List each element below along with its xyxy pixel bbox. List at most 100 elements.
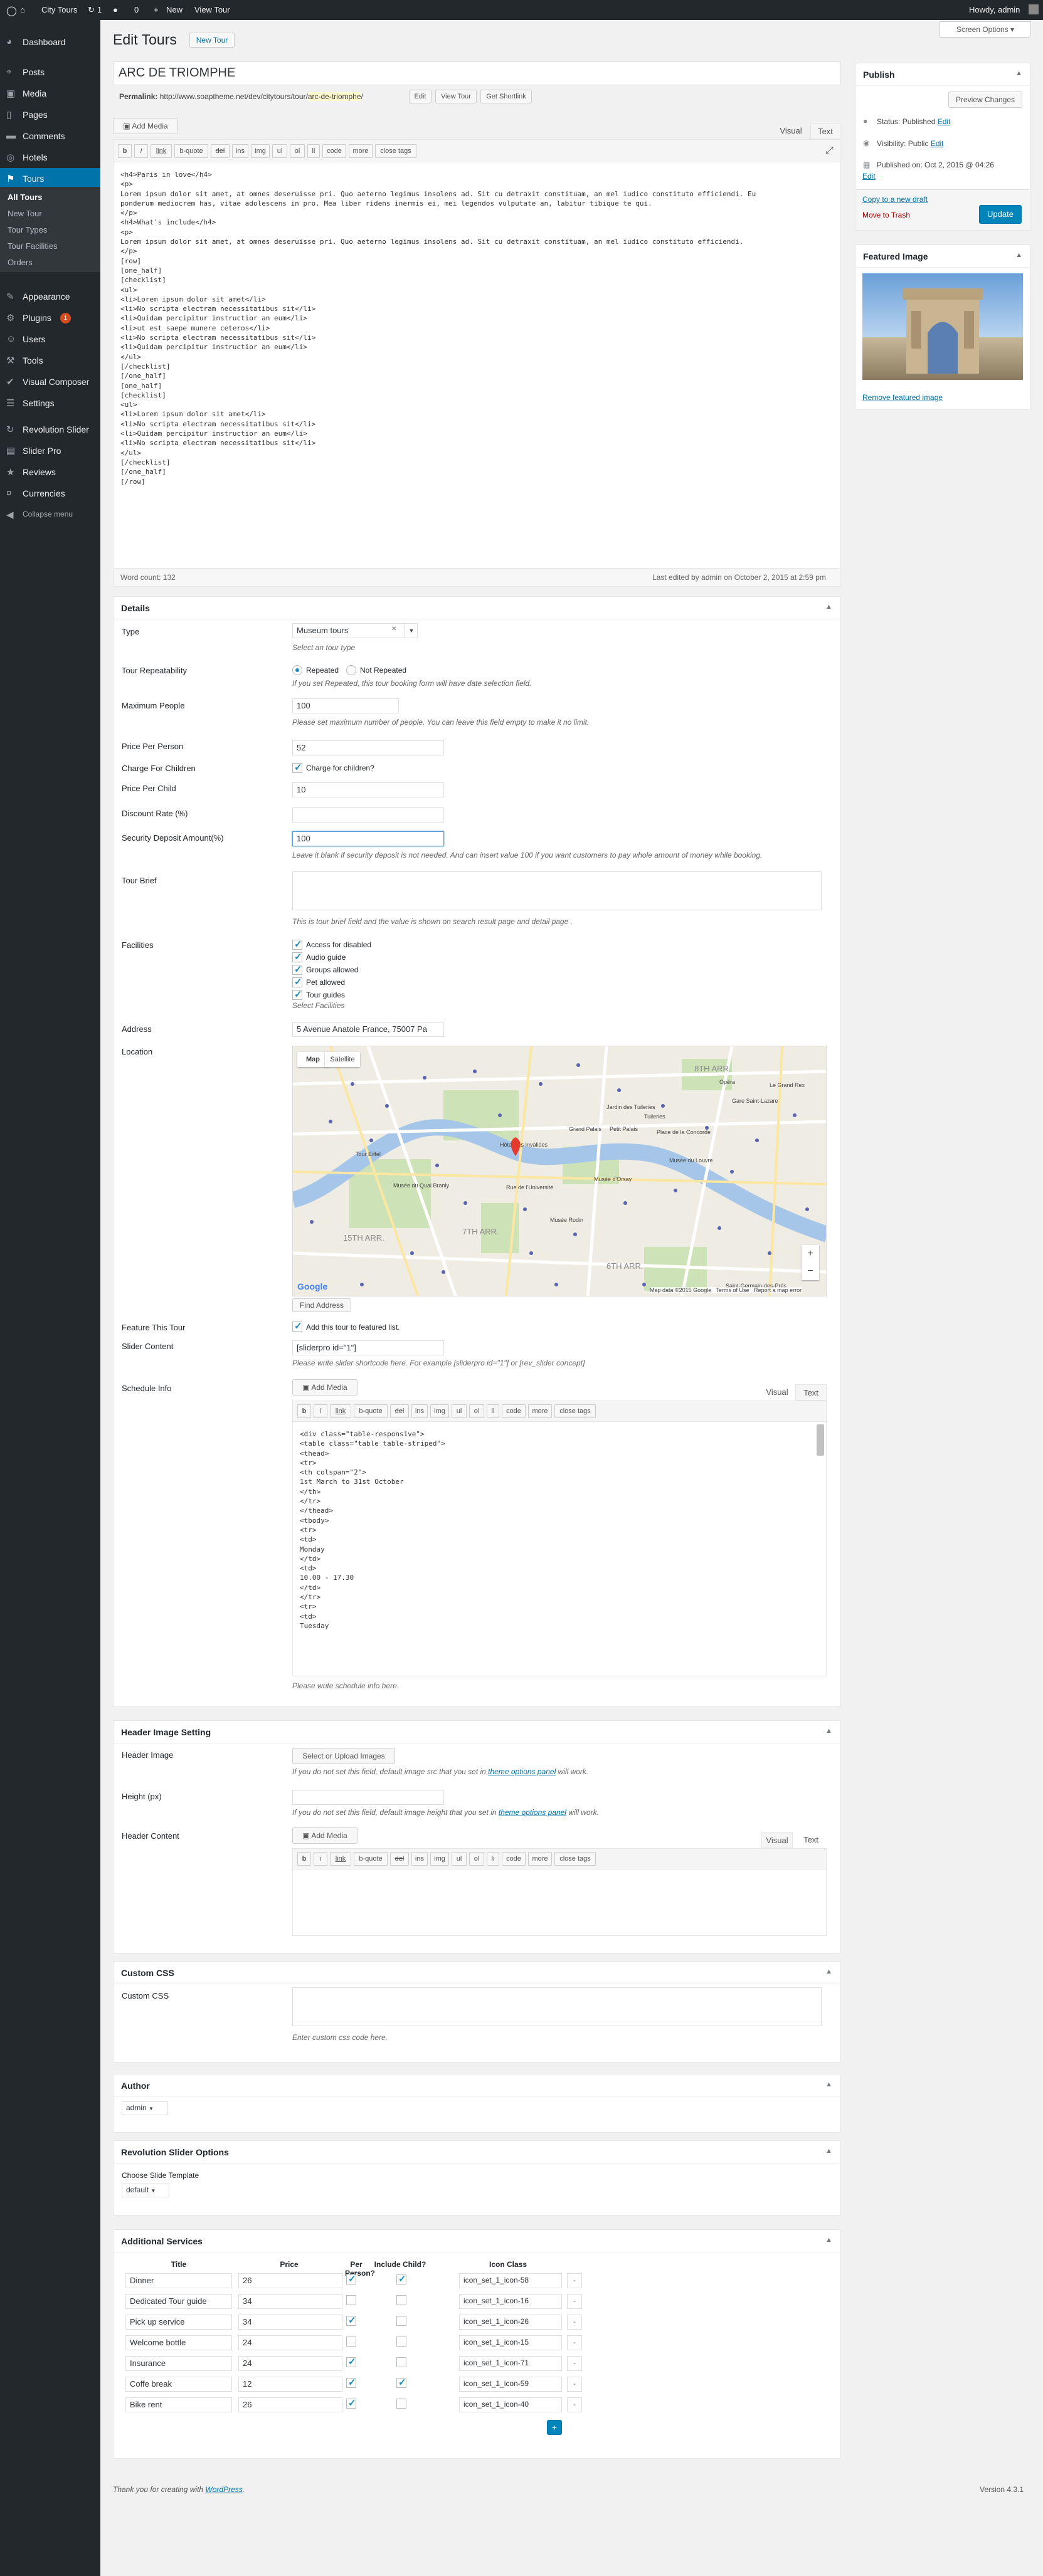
permalink-edit-button[interactable]: Edit	[409, 90, 431, 103]
sidebar-item-appearance[interactable]: ✎ Appearance	[0, 286, 100, 307]
schedule-qt-b-quote[interactable]: b-quote	[354, 1404, 388, 1418]
map-poi-marker[interactable]	[793, 1113, 797, 1117]
author-select[interactable]: admin ▼	[122, 2101, 168, 2115]
custom-css-header[interactable]: Custom CSS ▲	[114, 1962, 840, 1984]
submenu-item-all-tours[interactable]: All Tours	[0, 189, 100, 206]
service-per-person-checkbox[interactable]	[346, 2315, 356, 2326]
service-per-person-checkbox[interactable]	[346, 2356, 356, 2367]
header-qt-ins[interactable]: ins	[411, 1852, 428, 1866]
map-poi-marker[interactable]	[410, 1251, 414, 1255]
post-title-input[interactable]: ARC DE TRIOMPHE	[113, 61, 840, 85]
location-map[interactable]: 8TH ARR. Grand Palais Petit Palais Place de…	[292, 1046, 827, 1296]
sidebar-item-plugins[interactable]: ⚙ Plugins 1	[0, 307, 100, 329]
schedule-qt-ol[interactable]: ol	[469, 1404, 484, 1418]
add-service-button[interactable]: +	[547, 2420, 562, 2435]
permalink-slug[interactable]: arc-de-triomphe	[307, 92, 361, 101]
editor-textarea[interactable]: <h4>Paris in love</h4> <p> Lorem ipsum d…	[120, 170, 835, 486]
header-qt-more[interactable]: more	[528, 1852, 552, 1866]
sidebar-item-collapse-menu[interactable]: ◀ Collapse menu	[0, 504, 100, 525]
map-poi-marker[interactable]	[463, 1201, 467, 1205]
view-tour-button[interactable]: View Tour	[435, 90, 477, 103]
add-media-button[interactable]: ▣ Add Media	[113, 118, 178, 134]
service-include-child-checkbox[interactable]	[396, 2273, 406, 2284]
service-icon-class-input[interactable]: icon_set_1_icon-59	[459, 2377, 562, 2392]
admin-bar-new[interactable]: New	[166, 5, 183, 14]
sidebar-item-media[interactable]: ▣ Media	[0, 83, 100, 104]
header-qt-ol[interactable]: ol	[469, 1852, 484, 1866]
service-title-input[interactable]: Pick up service	[125, 2315, 232, 2330]
tab-visual[interactable]: Visual	[775, 123, 807, 139]
header-qt-li[interactable]: li	[487, 1852, 499, 1866]
service-title-input[interactable]: Bike rent	[125, 2397, 232, 2412]
tour-brief-textarea[interactable]	[292, 871, 822, 910]
price-per-person-input[interactable]: 52	[292, 740, 444, 755]
zoom-out-icon[interactable]: −	[802, 1263, 819, 1280]
featured-image[interactable]	[862, 273, 1023, 380]
revslider-select[interactable]: default ▼	[122, 2184, 169, 2197]
submenu-item-tour-types[interactable]: Tour Types	[0, 222, 100, 238]
permalink-base[interactable]: http://www.soaptheme.net/dev/citytours/t…	[160, 92, 308, 101]
radio-not-repeated[interactable]	[346, 665, 356, 675]
comments-count[interactable]: 0	[134, 5, 139, 14]
service-icon-class-input[interactable]: icon_set_1_icon-58	[459, 2273, 562, 2288]
map-tab-satellite[interactable]: Satellite	[325, 1052, 360, 1067]
service-price-input[interactable]: 34	[238, 2294, 342, 2309]
service-icon-class-input[interactable]: icon_set_1_icon-16	[459, 2294, 562, 2309]
map-poi-marker[interactable]	[730, 1170, 734, 1174]
revslider-header[interactable]: Revolution Slider Options ▲	[114, 2141, 840, 2163]
services-header[interactable]: Additional Services ▲	[114, 2230, 840, 2253]
remove-service-button[interactable]: -	[567, 2294, 582, 2309]
visibility-edit-link[interactable]: Edit	[931, 139, 944, 148]
get-shortlink-button[interactable]: Get Shortlink	[480, 90, 532, 103]
custom-css-textarea[interactable]	[292, 1987, 822, 2026]
screen-options-button[interactable]: Screen Options ▾	[940, 21, 1031, 38]
copy-to-draft-link[interactable]: Copy to a new draft	[862, 195, 928, 204]
sidebar-item-settings[interactable]: ☰ Settings	[0, 392, 100, 414]
publish-header[interactable]: Publish ▲	[855, 63, 1030, 86]
service-include-child-checkbox[interactable]	[396, 2399, 406, 2409]
schedule-qt-b[interactable]: b	[297, 1404, 311, 1418]
service-include-child-checkbox[interactable]	[396, 2357, 406, 2367]
theme-options-link[interactable]: theme options panel	[499, 1808, 566, 1817]
remove-service-button[interactable]: -	[567, 2273, 582, 2288]
collapse-arrow-icon[interactable]: ▲	[825, 1727, 832, 1735]
map-poi-marker[interactable]	[705, 1126, 709, 1130]
security-deposit-input[interactable]: 100	[292, 831, 444, 846]
updates-count[interactable]: 1	[97, 5, 102, 14]
header-qt-img[interactable]: img	[430, 1852, 449, 1866]
map-poi-marker[interactable]	[674, 1189, 677, 1192]
service-include-child-checkbox[interactable]	[396, 2337, 406, 2347]
header-qt-code[interactable]: code	[502, 1852, 526, 1866]
author-header[interactable]: Author ▲	[114, 2074, 840, 2097]
select-upload-images-button[interactable]: Select or Upload Images	[292, 1748, 395, 1764]
tab-text[interactable]: Text	[810, 123, 840, 139]
map-poi-marker[interactable]	[642, 1283, 646, 1286]
schedule-textarea[interactable]: <div class="table-responsive"> <table cl…	[300, 1429, 814, 1631]
service-include-child-checkbox[interactable]	[396, 2295, 406, 2305]
service-title-input[interactable]: Welcome bottle	[125, 2335, 232, 2350]
sidebar-item-slider-pro[interactable]: ▤ Slider Pro	[0, 440, 100, 461]
editor-qt-close-tags[interactable]: close tags	[375, 144, 416, 158]
map-poi-marker[interactable]	[498, 1113, 502, 1117]
collapse-arrow-icon[interactable]: ▲	[825, 2147, 832, 2155]
facility-checkbox[interactable]	[292, 989, 302, 1000]
editor-qt-li[interactable]: li	[307, 144, 320, 158]
facility-checkbox[interactable]	[292, 976, 302, 987]
service-icon-class-input[interactable]: icon_set_1_icon-71	[459, 2356, 562, 2371]
details-header[interactable]: Details ▲	[114, 597, 840, 619]
preview-changes-button[interactable]: Preview Changes	[948, 92, 1022, 108]
schedule-qt-ins[interactable]: ins	[411, 1404, 428, 1418]
max-people-input[interactable]: 100	[292, 698, 399, 713]
sidebar-item-comments[interactable]: ▬ Comments	[0, 125, 100, 147]
header-qt-close-tags[interactable]: close tags	[554, 1852, 596, 1866]
facility-checkbox[interactable]	[292, 951, 302, 962]
service-include-child-checkbox[interactable]	[396, 2377, 406, 2388]
service-price-input[interactable]: 26	[238, 2397, 342, 2412]
map-poi-marker[interactable]	[768, 1251, 771, 1255]
radio-repeated[interactable]	[292, 665, 302, 675]
sidebar-item-reviews[interactable]: ★ Reviews	[0, 461, 100, 483]
editor-qt-i[interactable]: i	[134, 144, 148, 158]
service-icon-class-input[interactable]: icon_set_1_icon-26	[459, 2315, 562, 2330]
schedule-scrollbar[interactable]	[817, 1424, 824, 1456]
header-qt-b[interactable]: b	[297, 1852, 311, 1866]
